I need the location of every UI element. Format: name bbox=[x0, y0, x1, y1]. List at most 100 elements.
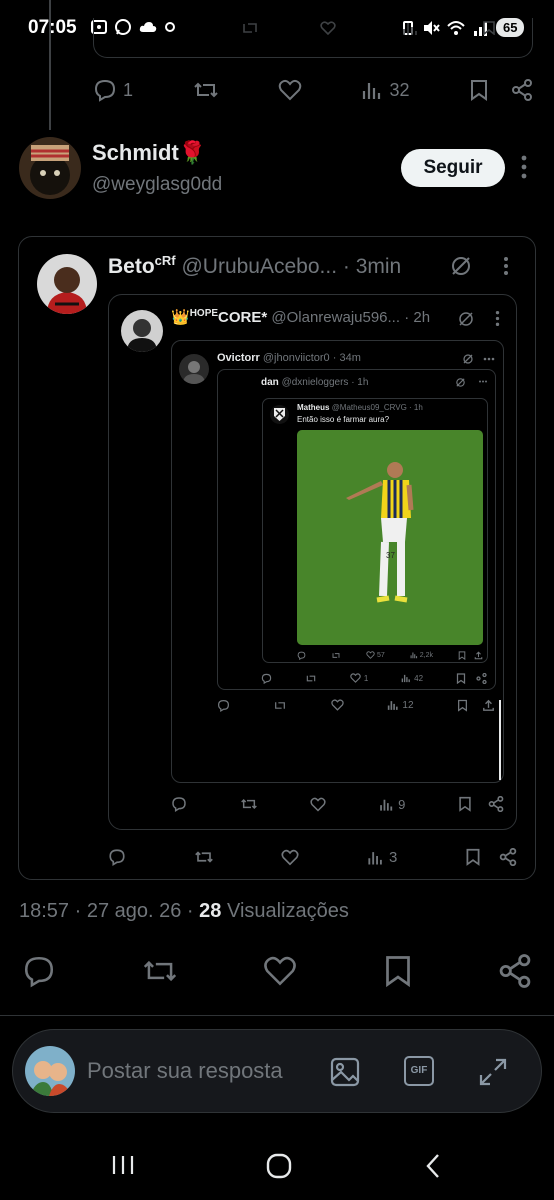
quote2-name-sup: HOPE bbox=[189, 308, 219, 319]
quote3-name[interactable]: Ovictorr bbox=[217, 352, 260, 364]
views-icon bbox=[368, 851, 382, 864]
reply-icon[interactable] bbox=[217, 699, 230, 712]
bookmark-icon[interactable] bbox=[458, 796, 472, 812]
quote3-avatar-image bbox=[179, 354, 209, 384]
recent-apps-icon[interactable] bbox=[110, 1152, 136, 1178]
quote2-avatar[interactable] bbox=[121, 310, 163, 352]
bookmark-icon[interactable] bbox=[457, 699, 468, 712]
like-button[interactable] bbox=[278, 79, 302, 101]
quote3-actions: 12 bbox=[217, 697, 495, 713]
author-handle[interactable]: @weyglasg0dd bbox=[92, 174, 222, 196]
quote4-name[interactable]: dan bbox=[261, 377, 279, 388]
quote5-media[interactable]: 37 bbox=[297, 430, 483, 645]
user-avatar[interactable] bbox=[25, 1046, 75, 1096]
bookmark-icon[interactable] bbox=[465, 848, 481, 866]
quote3-time: · 34m bbox=[332, 352, 361, 364]
quote2-more-icon[interactable] bbox=[495, 310, 500, 327]
follow-button[interactable]: Seguir bbox=[401, 149, 505, 187]
reply-button[interactable]: 1 bbox=[93, 78, 133, 102]
grok-icon[interactable] bbox=[457, 310, 475, 328]
grok-icon[interactable] bbox=[462, 353, 474, 365]
quote4-header: dan @dxnieloggers · 1h bbox=[261, 377, 368, 388]
quote2-handle[interactable]: @Olanrewaju596... bbox=[271, 309, 400, 326]
share-icon[interactable] bbox=[474, 651, 483, 660]
tweet-views-label[interactable]: Visualizações bbox=[227, 900, 349, 922]
views-count: 42 bbox=[414, 673, 424, 683]
share-icon[interactable] bbox=[498, 954, 532, 988]
quote5-handle[interactable]: @Matheus09_CRVG bbox=[332, 403, 407, 412]
author-avatar[interactable] bbox=[19, 137, 81, 199]
scrollbar[interactable] bbox=[499, 700, 501, 780]
quote1-avatar[interactable] bbox=[37, 254, 97, 314]
views-button[interactable]: 32 bbox=[361, 79, 410, 101]
bookmark-icon[interactable] bbox=[456, 672, 466, 684]
like-icon[interactable] bbox=[310, 797, 326, 812]
like-icon[interactable] bbox=[281, 849, 299, 866]
views-button[interactable]: 42 bbox=[401, 673, 423, 683]
gif-icon[interactable]: GIF bbox=[404, 1056, 434, 1086]
expand-icon[interactable] bbox=[477, 1056, 509, 1088]
share-icon[interactable] bbox=[482, 699, 495, 712]
quote3-handle[interactable]: @jhonviictor0 bbox=[263, 352, 330, 364]
views-button[interactable]: 2,2k bbox=[410, 651, 433, 659]
reply-icon[interactable] bbox=[108, 848, 126, 866]
grok-icon[interactable] bbox=[449, 254, 473, 278]
share-icon[interactable] bbox=[488, 796, 504, 812]
retweet-icon[interactable] bbox=[142, 954, 178, 988]
views-icon bbox=[403, 23, 417, 35]
crown-icon: 👑 bbox=[171, 309, 190, 326]
views-button[interactable]: 9 bbox=[379, 797, 405, 812]
bookmark-icon[interactable] bbox=[469, 79, 489, 101]
like-icon[interactable] bbox=[331, 699, 344, 711]
views-button[interactable]: 3 bbox=[367, 849, 397, 866]
retweet-icon[interactable] bbox=[305, 673, 317, 684]
quote2-name[interactable]: CORE* bbox=[218, 309, 267, 326]
quote1-more-icon[interactable] bbox=[503, 256, 509, 276]
previous-tweet-actions: 1 32 bbox=[93, 76, 533, 104]
like-icon[interactable] bbox=[263, 955, 297, 987]
quote2-time: · 2h bbox=[404, 309, 431, 326]
views-button[interactable]: 12 bbox=[387, 699, 414, 711]
reply-composer[interactable]: Postar sua resposta GIF bbox=[12, 1029, 542, 1113]
image-icon[interactable] bbox=[329, 1056, 361, 1088]
home-icon[interactable] bbox=[265, 1152, 293, 1180]
reply-icon[interactable] bbox=[261, 673, 272, 684]
quote3-avatar[interactable] bbox=[179, 354, 209, 384]
retweet-icon[interactable] bbox=[331, 651, 341, 660]
quote3-more-icon[interactable] bbox=[483, 357, 495, 361]
author-name[interactable]: Schmidt🌹 bbox=[92, 140, 206, 166]
retweet-icon[interactable] bbox=[273, 699, 287, 712]
tweet-views-count[interactable]: 28 bbox=[199, 900, 221, 922]
retweet-icon[interactable] bbox=[194, 848, 214, 866]
retweet-icon[interactable] bbox=[240, 796, 258, 812]
quote4-more-icon[interactable] bbox=[478, 380, 488, 383]
quote1-name[interactable]: Beto bbox=[108, 255, 155, 278]
previous-quote-card[interactable] bbox=[93, 18, 533, 58]
extra-actions bbox=[458, 650, 483, 660]
more-options-icon[interactable] bbox=[520, 154, 528, 180]
grok-icon[interactable] bbox=[455, 377, 466, 388]
views-icon bbox=[380, 799, 393, 811]
like-button[interactable]: 57 bbox=[366, 651, 385, 659]
quote4-time: · 1h bbox=[351, 377, 369, 388]
reply-input[interactable]: Postar sua resposta bbox=[87, 1058, 283, 1084]
quote5-name[interactable]: Matheus bbox=[297, 403, 329, 412]
bookmark-icon[interactable] bbox=[458, 650, 466, 660]
share-icon[interactable] bbox=[511, 79, 533, 101]
reply-icon[interactable] bbox=[171, 796, 187, 812]
quote1-handle[interactable]: @UrubuAcebo... bbox=[181, 255, 337, 278]
reply-count: 1 bbox=[123, 79, 134, 100]
share-icon[interactable] bbox=[476, 672, 487, 684]
reply-icon[interactable] bbox=[22, 954, 56, 988]
extra-actions bbox=[469, 79, 533, 101]
back-icon[interactable] bbox=[423, 1152, 443, 1180]
views-icon bbox=[363, 83, 381, 99]
bookmark-icon[interactable] bbox=[383, 954, 413, 988]
quote5-avatar[interactable] bbox=[270, 405, 289, 424]
reply-icon[interactable] bbox=[297, 651, 306, 660]
quote2-actions: 9 bbox=[171, 795, 504, 813]
quote4-handle[interactable]: @dxnieloggers bbox=[282, 377, 349, 388]
like-button[interactable]: 1 bbox=[350, 673, 368, 683]
share-icon[interactable] bbox=[499, 848, 517, 866]
retweet-button[interactable] bbox=[193, 78, 219, 102]
